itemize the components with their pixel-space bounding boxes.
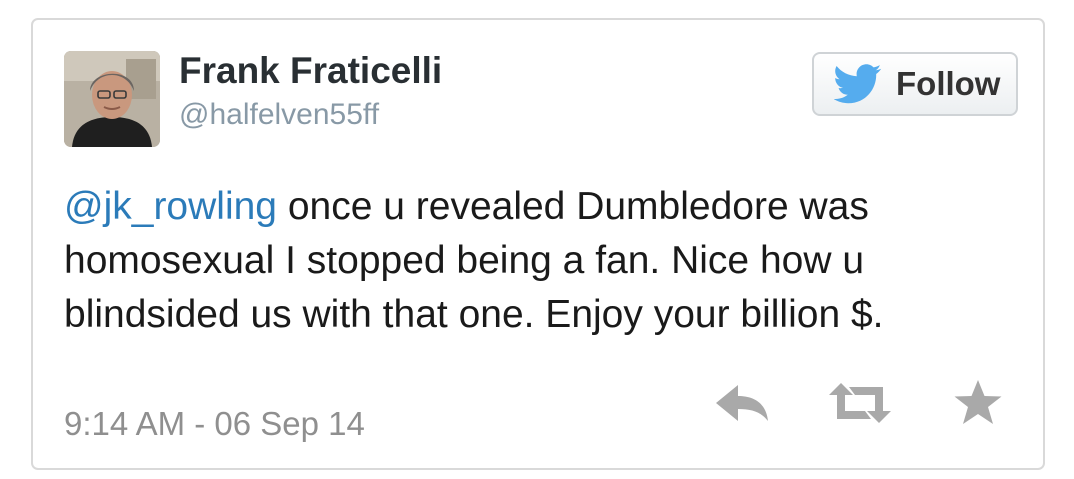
mention-link[interactable]: @jk_rowling (64, 185, 277, 228)
user-display-name[interactable]: Frank Fraticelli (179, 50, 442, 92)
favorite-button[interactable] (947, 378, 1009, 428)
follow-button-label: Follow (896, 65, 1001, 102)
user-handle[interactable]: @halfelven55ff (179, 98, 379, 132)
follow-button[interactable]: Follow (812, 52, 1018, 116)
reply-icon (716, 385, 768, 421)
star-icon (954, 380, 1002, 424)
avatar-photo (64, 51, 160, 147)
retweet-button[interactable] (829, 378, 891, 428)
reply-button[interactable] (711, 378, 773, 428)
tweet-timestamp[interactable]: 9:14 AM - 06 Sep 14 (64, 405, 365, 443)
twitter-bird-icon (834, 64, 882, 104)
tweet-card: Frank Fraticelli @halfelven55ff Follow @… (31, 18, 1045, 470)
retweet-icon (829, 383, 891, 423)
avatar[interactable] (64, 51, 160, 147)
tweet-text: @jk_rowling once u revealed Dumbledore w… (64, 180, 1024, 342)
